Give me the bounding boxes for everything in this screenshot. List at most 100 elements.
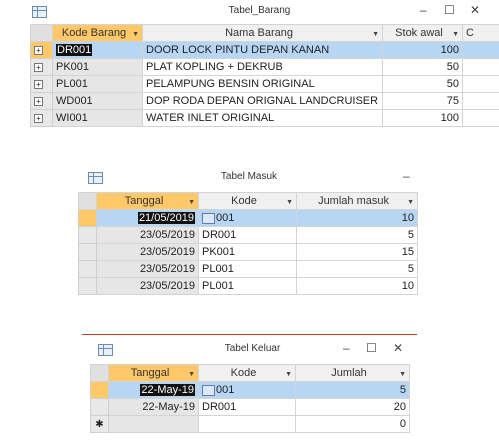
- dropdown-arrow-icon[interactable]: ▼: [286, 199, 293, 206]
- column-header-stok-awal[interactable]: Stok awal ▼: [382, 24, 463, 42]
- close-button[interactable]: ✕: [470, 3, 480, 17]
- cell-stok[interactable]: 75: [382, 92, 463, 110]
- cell-kode[interactable]: DR001: [198, 398, 296, 416]
- expand-icon[interactable]: +: [34, 113, 43, 123]
- table-row[interactable]: + PK001 PLAT KOPLING + DEKRUB 50: [30, 58, 499, 76]
- dropdown-arrow-icon[interactable]: ▼: [132, 31, 139, 38]
- cell-nama[interactable]: DOOR LOCK PINTU DEPAN KANAN: [142, 41, 383, 59]
- cell-stok[interactable]: 50: [382, 75, 463, 93]
- new-record-icon[interactable]: ✱: [90, 415, 109, 433]
- dropdown-arrow-icon[interactable]: ▼: [372, 31, 379, 38]
- table-row[interactable]: + DR001 DOOR LOCK PINTU DEPAN KANAN 100: [30, 41, 499, 59]
- cell-jumlah[interactable]: 20: [295, 398, 410, 416]
- row-selector[interactable]: [78, 243, 97, 261]
- maximize-button[interactable]: ☐: [444, 3, 455, 17]
- cell-tanggal[interactable]: 23/05/2019: [96, 243, 199, 261]
- cell-kode[interactable]: DR001: [198, 226, 297, 244]
- date-picker-icon[interactable]: [202, 212, 215, 224]
- column-header-tanggal[interactable]: Tanggal ▼: [108, 364, 199, 382]
- cell-jumlah[interactable]: 5: [296, 226, 418, 244]
- cell-nama[interactable]: WATER INLET ORIGINAL: [142, 109, 383, 127]
- dropdown-arrow-icon[interactable]: ▼: [285, 371, 292, 378]
- select-all-corner[interactable]: [30, 24, 53, 42]
- row-selector[interactable]: +: [30, 58, 53, 76]
- dropdown-arrow-icon[interactable]: ▼: [407, 199, 414, 206]
- row-selector[interactable]: [90, 381, 109, 399]
- expand-icon[interactable]: +: [34, 45, 43, 55]
- cell-c[interactable]: [462, 75, 499, 93]
- cell-kode[interactable]: PL001: [198, 277, 297, 295]
- row-selector[interactable]: +: [30, 92, 53, 110]
- column-header-jumlah-masuk[interactable]: Jumlah masuk ▼: [296, 192, 418, 210]
- cell-kode[interactable]: DR001: [52, 41, 143, 59]
- table-row[interactable]: 23/05/2019 PL001 5: [78, 260, 418, 278]
- table-row[interactable]: 21/05/2019 001 10: [78, 209, 418, 227]
- cell-tanggal[interactable]: 22-May-19: [108, 381, 199, 399]
- cell-c[interactable]: [462, 109, 499, 127]
- expand-icon[interactable]: +: [34, 62, 43, 72]
- minimize-button[interactable]: –: [420, 3, 427, 17]
- table-row[interactable]: 22-May-19 001 5: [90, 381, 410, 399]
- column-header-nama-barang[interactable]: Nama Barang ▼: [142, 24, 383, 42]
- select-all-corner[interactable]: [90, 364, 109, 382]
- column-header-kode[interactable]: Kode ▼: [198, 192, 297, 210]
- table-row[interactable]: + WD001 DOP RODA DEPAN ORIGNAL LANDCRUIS…: [30, 92, 499, 110]
- expand-icon[interactable]: +: [34, 79, 43, 89]
- cell-kode[interactable]: PK001: [198, 243, 297, 261]
- minimize-button[interactable]: –: [343, 341, 350, 355]
- table-row[interactable]: + WI001 WATER INLET ORIGINAL 100: [30, 109, 499, 127]
- date-picker-icon[interactable]: [202, 384, 215, 396]
- dropdown-arrow-icon[interactable]: ▼: [188, 199, 195, 206]
- column-header-tanggal[interactable]: Tanggal ▼: [96, 192, 199, 210]
- cell-nama[interactable]: PELAMPUNG BENSIN ORIGINAL: [142, 75, 383, 93]
- cell-nama[interactable]: DOP RODA DEPAN ORIGNAL LANDCRUISER: [142, 92, 383, 110]
- expand-icon[interactable]: +: [34, 96, 43, 106]
- cell-jumlah[interactable]: 10: [296, 209, 418, 227]
- table-row[interactable]: 23/05/2019 PL001 10: [78, 277, 418, 295]
- cell-c[interactable]: [462, 58, 499, 76]
- close-button[interactable]: ✕: [393, 341, 403, 355]
- cell-jumlah[interactable]: 0: [295, 415, 410, 433]
- cell-jumlah[interactable]: 15: [296, 243, 418, 261]
- dropdown-arrow-icon[interactable]: ▼: [399, 371, 406, 378]
- row-selector[interactable]: +: [30, 41, 53, 59]
- dropdown-arrow-icon[interactable]: ▼: [452, 31, 459, 38]
- cell-c[interactable]: [462, 41, 499, 59]
- cell-kode[interactable]: PL001: [52, 75, 143, 93]
- row-selector[interactable]: [78, 277, 97, 295]
- column-header-c[interactable]: C: [462, 24, 499, 42]
- column-header-jumlah[interactable]: Jumlah ▼: [295, 364, 410, 382]
- table-row[interactable]: 22-May-19 DR001 20: [90, 398, 410, 416]
- column-header-kode-barang[interactable]: Kode Barang ▼: [52, 24, 143, 42]
- cell-kode[interactable]: WI001: [52, 109, 143, 127]
- cell-kode[interactable]: [198, 415, 296, 433]
- cell-kode[interactable]: PK001: [52, 58, 143, 76]
- cell-kode[interactable]: 001: [198, 381, 296, 399]
- row-selector[interactable]: +: [30, 109, 53, 127]
- cell-kode[interactable]: WD001: [52, 92, 143, 110]
- row-selector[interactable]: +: [30, 75, 53, 93]
- cell-jumlah[interactable]: 5: [296, 260, 418, 278]
- maximize-button[interactable]: ☐: [366, 341, 377, 355]
- cell-tanggal[interactable]: [108, 415, 199, 433]
- cell-tanggal[interactable]: 23/05/2019: [96, 260, 199, 278]
- cell-tanggal[interactable]: 22-May-19: [108, 398, 199, 416]
- cell-jumlah[interactable]: 5: [295, 381, 410, 399]
- cell-c[interactable]: [462, 92, 499, 110]
- cell-nama[interactable]: PLAT KOPLING + DEKRUB: [142, 58, 383, 76]
- cell-jumlah[interactable]: 10: [296, 277, 418, 295]
- row-selector[interactable]: [78, 260, 97, 278]
- select-all-corner[interactable]: [78, 192, 97, 210]
- cell-stok[interactable]: 100: [382, 109, 463, 127]
- cell-tanggal[interactable]: 23/05/2019: [96, 277, 199, 295]
- column-header-kode[interactable]: Kode ▼: [198, 364, 296, 382]
- table-row[interactable]: 23/05/2019 PK001 15: [78, 243, 418, 261]
- table-row[interactable]: + PL001 PELAMPUNG BENSIN ORIGINAL 50: [30, 75, 499, 93]
- new-record-row[interactable]: ✱ 0: [90, 415, 410, 433]
- cell-kode[interactable]: 001: [198, 209, 297, 227]
- cell-tanggal[interactable]: 21/05/2019: [96, 209, 199, 227]
- row-selector[interactable]: [78, 209, 97, 227]
- minimize-button[interactable]: –: [403, 169, 410, 183]
- row-selector[interactable]: [78, 226, 97, 244]
- cell-kode[interactable]: PL001: [198, 260, 297, 278]
